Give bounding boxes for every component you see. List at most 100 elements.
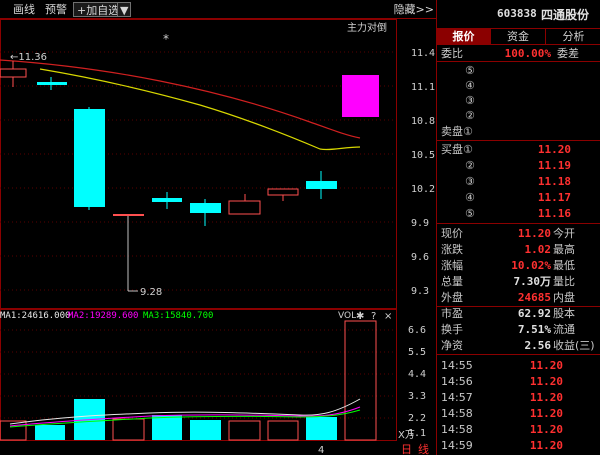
y-tick: 11.4 xyxy=(411,48,435,59)
stat-row: 涨跌 1.02 最高 xyxy=(437,242,600,257)
tick-row: 14:58 11.20 xyxy=(437,422,600,437)
vol-bar xyxy=(228,420,261,441)
y-tick: 10.2 xyxy=(411,184,435,195)
tab-line[interactable]: 线 xyxy=(418,441,429,455)
tick-row: 14:56 11.20 xyxy=(437,374,600,389)
weibi-value: 100.00% xyxy=(504,47,551,60)
hide-panel-button[interactable]: 隐藏>> xyxy=(394,2,434,17)
sell-level-label: 卖盘① xyxy=(441,125,473,138)
vol-bar xyxy=(306,417,337,440)
stat-label: 换手 xyxy=(441,323,463,336)
tab-day[interactable]: 日 xyxy=(401,441,412,455)
sell-row: ⑤ xyxy=(437,63,600,78)
y-tick: 9.3 xyxy=(411,286,429,297)
sell-row: ② xyxy=(437,108,600,123)
vol-y-tick: 6.6 xyxy=(408,325,426,336)
tick-row: 14:55 11.20 xyxy=(437,358,600,373)
star-marker: * xyxy=(163,32,169,46)
tick-price: 11.20 xyxy=(529,439,563,452)
tick-time: 14:58 xyxy=(441,407,473,420)
stat-row: 市盈 62.92 股本 xyxy=(437,306,600,321)
grid-lines xyxy=(0,51,396,291)
weibi-label: 委比 xyxy=(441,47,463,60)
tick-time: 14:59 xyxy=(441,439,473,452)
stat-label: 今开 xyxy=(553,227,575,240)
weibi-row: 委比 100.00% 委差 xyxy=(437,46,600,61)
close-icon[interactable]: × xyxy=(384,311,392,322)
vol-bar xyxy=(35,425,65,440)
buy-price: 11.17 xyxy=(537,191,571,204)
tick-price: 11.20 xyxy=(529,423,563,436)
stock-name: 四通股份 xyxy=(541,8,590,22)
tab-quote[interactable]: 报价 xyxy=(437,29,491,44)
stat-value: 2.56 xyxy=(524,339,552,352)
buy-level-label: 买盘① xyxy=(441,143,473,156)
vol-bar xyxy=(152,415,182,440)
tab-funds[interactable]: 资金 xyxy=(491,29,546,44)
add-watchlist-button[interactable]: +加自选 xyxy=(73,2,124,17)
stat-label: 外盘 xyxy=(441,291,463,304)
tick-row: 14:57 11.20 xyxy=(437,390,600,405)
kline-chart[interactable]: 11.4 11.1 10.8 10.5 10.2 9.9 9.6 9.3 主力对… xyxy=(0,19,436,309)
candle-red xyxy=(0,68,27,78)
stat-value: 7.30万 xyxy=(513,275,552,288)
buy-price: 11.19 xyxy=(537,159,571,172)
y-tick: 11.1 xyxy=(411,82,435,93)
vol-bar xyxy=(112,418,145,441)
sell-row: ③ xyxy=(437,93,600,108)
vol-y-tick: 5.5 xyxy=(408,347,426,358)
tick-price: 11.20 xyxy=(529,391,563,404)
stat-label: 总量 xyxy=(441,275,463,288)
stat-row: 净资 2.56 收益(三) xyxy=(437,338,600,353)
candle-red xyxy=(267,188,299,196)
vol-y-tick: 3.3 xyxy=(408,391,426,402)
vol-unit: X万 xyxy=(398,430,415,441)
stat-label: 现价 xyxy=(441,227,463,240)
weicha-label: 委差 xyxy=(557,47,579,60)
vol-label: VOL xyxy=(338,311,356,321)
help-icon[interactable]: ? xyxy=(371,311,376,322)
tick-time: 14:55 xyxy=(441,359,473,372)
tab-analysis[interactable]: 分析 xyxy=(546,29,600,44)
stat-label: 收益(三) xyxy=(553,339,595,352)
stat-value: 7.51% xyxy=(517,323,551,336)
buy-row: ② 11.19 xyxy=(437,158,600,173)
indicator-label[interactable]: 主力对倒 xyxy=(347,21,387,34)
buy-row: ③ 11.18 xyxy=(437,174,600,189)
candle-red xyxy=(228,200,261,215)
buy-row: ⑤ 11.16 xyxy=(437,206,600,221)
tick-price: 11.20 xyxy=(529,407,563,420)
sell-row: ④ xyxy=(437,78,600,93)
ma3-label: MA3:15840.700 xyxy=(143,311,213,321)
tick-price: 11.20 xyxy=(529,359,563,372)
stat-label: 股本 xyxy=(553,307,575,320)
buy-row: ④ 11.17 xyxy=(437,190,600,205)
stat-label: 量比 xyxy=(553,275,575,288)
gear-icon[interactable]: ✱ xyxy=(356,311,364,322)
chevron-down-icon[interactable]: ▼ xyxy=(117,2,132,17)
alert-button[interactable]: 预警 xyxy=(42,2,70,17)
tick-row: 14:58 11.20 xyxy=(437,406,600,421)
buy-price: 11.18 xyxy=(537,175,571,188)
volume-chart[interactable]: MA1:24616.000 MA2:19289.600 MA3:15840.70… xyxy=(0,309,436,455)
stat-row: 外盘 24685 内盘 xyxy=(437,290,600,305)
stat-value: 62.92 xyxy=(517,307,551,320)
y-tick: 10.5 xyxy=(411,150,435,161)
y-tick: 9.9 xyxy=(411,218,429,229)
tick-time: 14:56 xyxy=(441,375,473,388)
tick-time: 14:57 xyxy=(441,391,473,404)
y-tick: 9.6 xyxy=(411,252,429,263)
candle-magenta xyxy=(342,75,379,117)
y-axis: 11.4 11.1 10.8 10.5 10.2 9.9 9.6 9.3 xyxy=(411,48,435,297)
sell-level-label: ④ xyxy=(465,79,475,92)
buy-price: 11.20 xyxy=(537,143,571,156)
stat-row: 涨幅 10.02% 最低 xyxy=(437,258,600,273)
ma1-label: MA1:24616.000 xyxy=(0,311,70,321)
stat-label: 市盈 xyxy=(441,307,463,320)
stat-label: 流通 xyxy=(553,323,575,336)
x-tick: 4 xyxy=(318,445,324,455)
y-tick: 10.8 xyxy=(411,116,435,127)
draw-line-button[interactable]: 画线 xyxy=(10,2,38,17)
stat-label: 涨跌 xyxy=(441,243,463,256)
stat-value: 10.02% xyxy=(511,259,551,272)
